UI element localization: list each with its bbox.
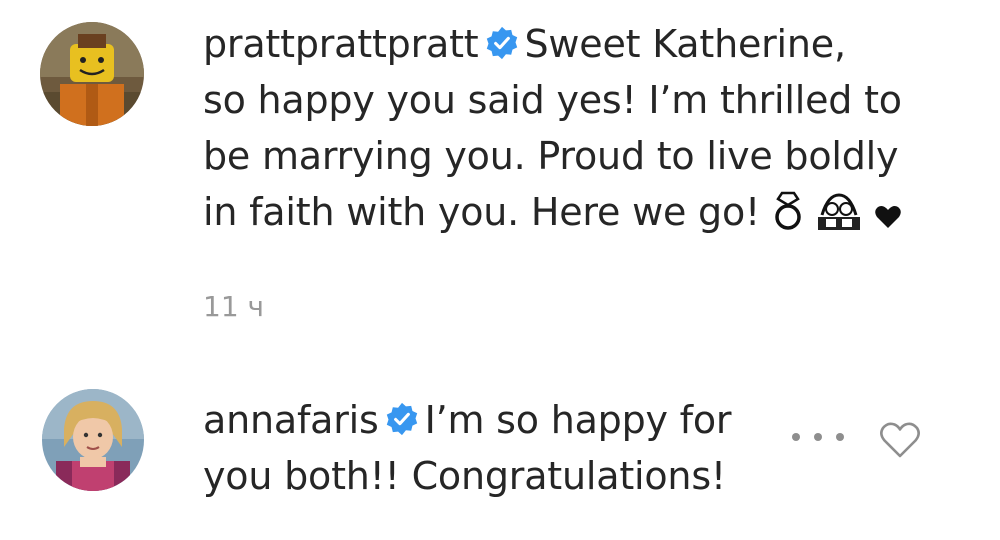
emoji-group (772, 190, 902, 246)
dot (836, 433, 844, 441)
avatar[interactable] (40, 22, 144, 126)
comment-line: in faith with you. Here we go! (203, 190, 761, 234)
username-link[interactable]: prattprattpratt (203, 22, 479, 66)
dot (792, 433, 800, 441)
comment-line: so happy you said yes! I’m thrilled to (203, 78, 902, 122)
dot (814, 433, 822, 441)
verified-badge-icon (486, 26, 517, 60)
comment-line: I’m so happy for (424, 398, 732, 442)
more-options-button[interactable] (790, 422, 846, 452)
username-link[interactable]: annafaris (203, 398, 379, 442)
avatar[interactable] (42, 389, 144, 491)
heart-icon (874, 206, 901, 228)
comment-line: you both!! Congratulations! (203, 454, 726, 498)
like-heart-icon[interactable] (878, 418, 922, 462)
ring-icon (775, 191, 801, 230)
comment-line: be marrying you. Proud to live boldly (203, 134, 899, 178)
comment-line: Sweet Katherine, (524, 22, 847, 66)
couple-icon (817, 193, 860, 230)
timestamp: 11 ч (203, 290, 265, 323)
verified-badge-icon (386, 402, 417, 436)
comment-text: prattprattpratt Sweet Katherine, so happy… (203, 16, 902, 246)
comment-text: annafaris I’m so happy for you both!! Con… (203, 392, 732, 504)
